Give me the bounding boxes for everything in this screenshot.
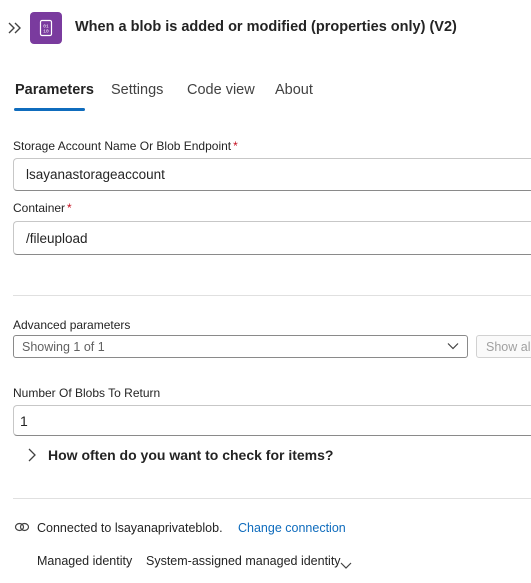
container-value: /fileupload (26, 231, 88, 246)
container-input[interactable]: /fileupload (13, 221, 531, 255)
managed-identity-label: Managed identity (37, 554, 133, 568)
chevron-down-icon (340, 562, 352, 569)
link-icon (14, 522, 30, 532)
chevron-right-icon (28, 448, 36, 462)
show-all-label: Show all (486, 340, 531, 354)
chevron-double-right-icon (8, 22, 21, 34)
tab-settings[interactable]: Settings (111, 82, 163, 98)
svg-text:10: 10 (43, 29, 49, 35)
active-tab-indicator (14, 108, 85, 111)
managed-identity-chevron[interactable] (340, 557, 352, 575)
advanced-parameters-label: Advanced parameters (13, 318, 131, 332)
advanced-parameters-value: Showing 1 of 1 (22, 340, 105, 354)
tab-code-view[interactable]: Code view (187, 82, 255, 98)
storage-account-value: lsayanastorageaccount (26, 167, 165, 182)
connection-status-text: Connected to lsayanaprivateblob. (37, 521, 223, 535)
storage-account-input[interactable]: lsayanastorageaccount (13, 158, 531, 191)
divider (13, 498, 531, 499)
divider (13, 295, 531, 296)
container-label: Container * (13, 201, 72, 215)
required-mark: * (233, 139, 238, 153)
app-icon: 01 10 (30, 12, 62, 44)
polling-section-title[interactable]: How often do you want to check for items… (48, 447, 333, 463)
polling-expand-button[interactable] (26, 446, 38, 469)
number-of-blobs-label: Number Of Blobs To Return (13, 386, 161, 400)
managed-identity-dropdown[interactable]: System-assigned managed identity (146, 554, 341, 568)
collapse-panel-button[interactable] (6, 18, 24, 38)
number-of-blobs-input[interactable]: 1 (13, 405, 531, 436)
tab-about[interactable]: About (275, 82, 313, 98)
storage-blob-icon: 01 10 (39, 19, 53, 37)
advanced-parameters-dropdown[interactable]: Showing 1 of 1 (13, 335, 468, 358)
page-title: When a blob is added or modified (proper… (75, 19, 457, 35)
tab-parameters[interactable]: Parameters (15, 82, 94, 98)
connection-icon-wrap (14, 520, 30, 539)
storage-account-label: Storage Account Name Or Blob Endpoint * (13, 139, 238, 153)
number-of-blobs-value: 1 (20, 413, 28, 429)
show-all-button[interactable]: Show all (476, 335, 531, 358)
change-connection-link[interactable]: Change connection (238, 521, 346, 535)
required-mark: * (67, 201, 72, 215)
chevron-down-icon (447, 343, 459, 350)
